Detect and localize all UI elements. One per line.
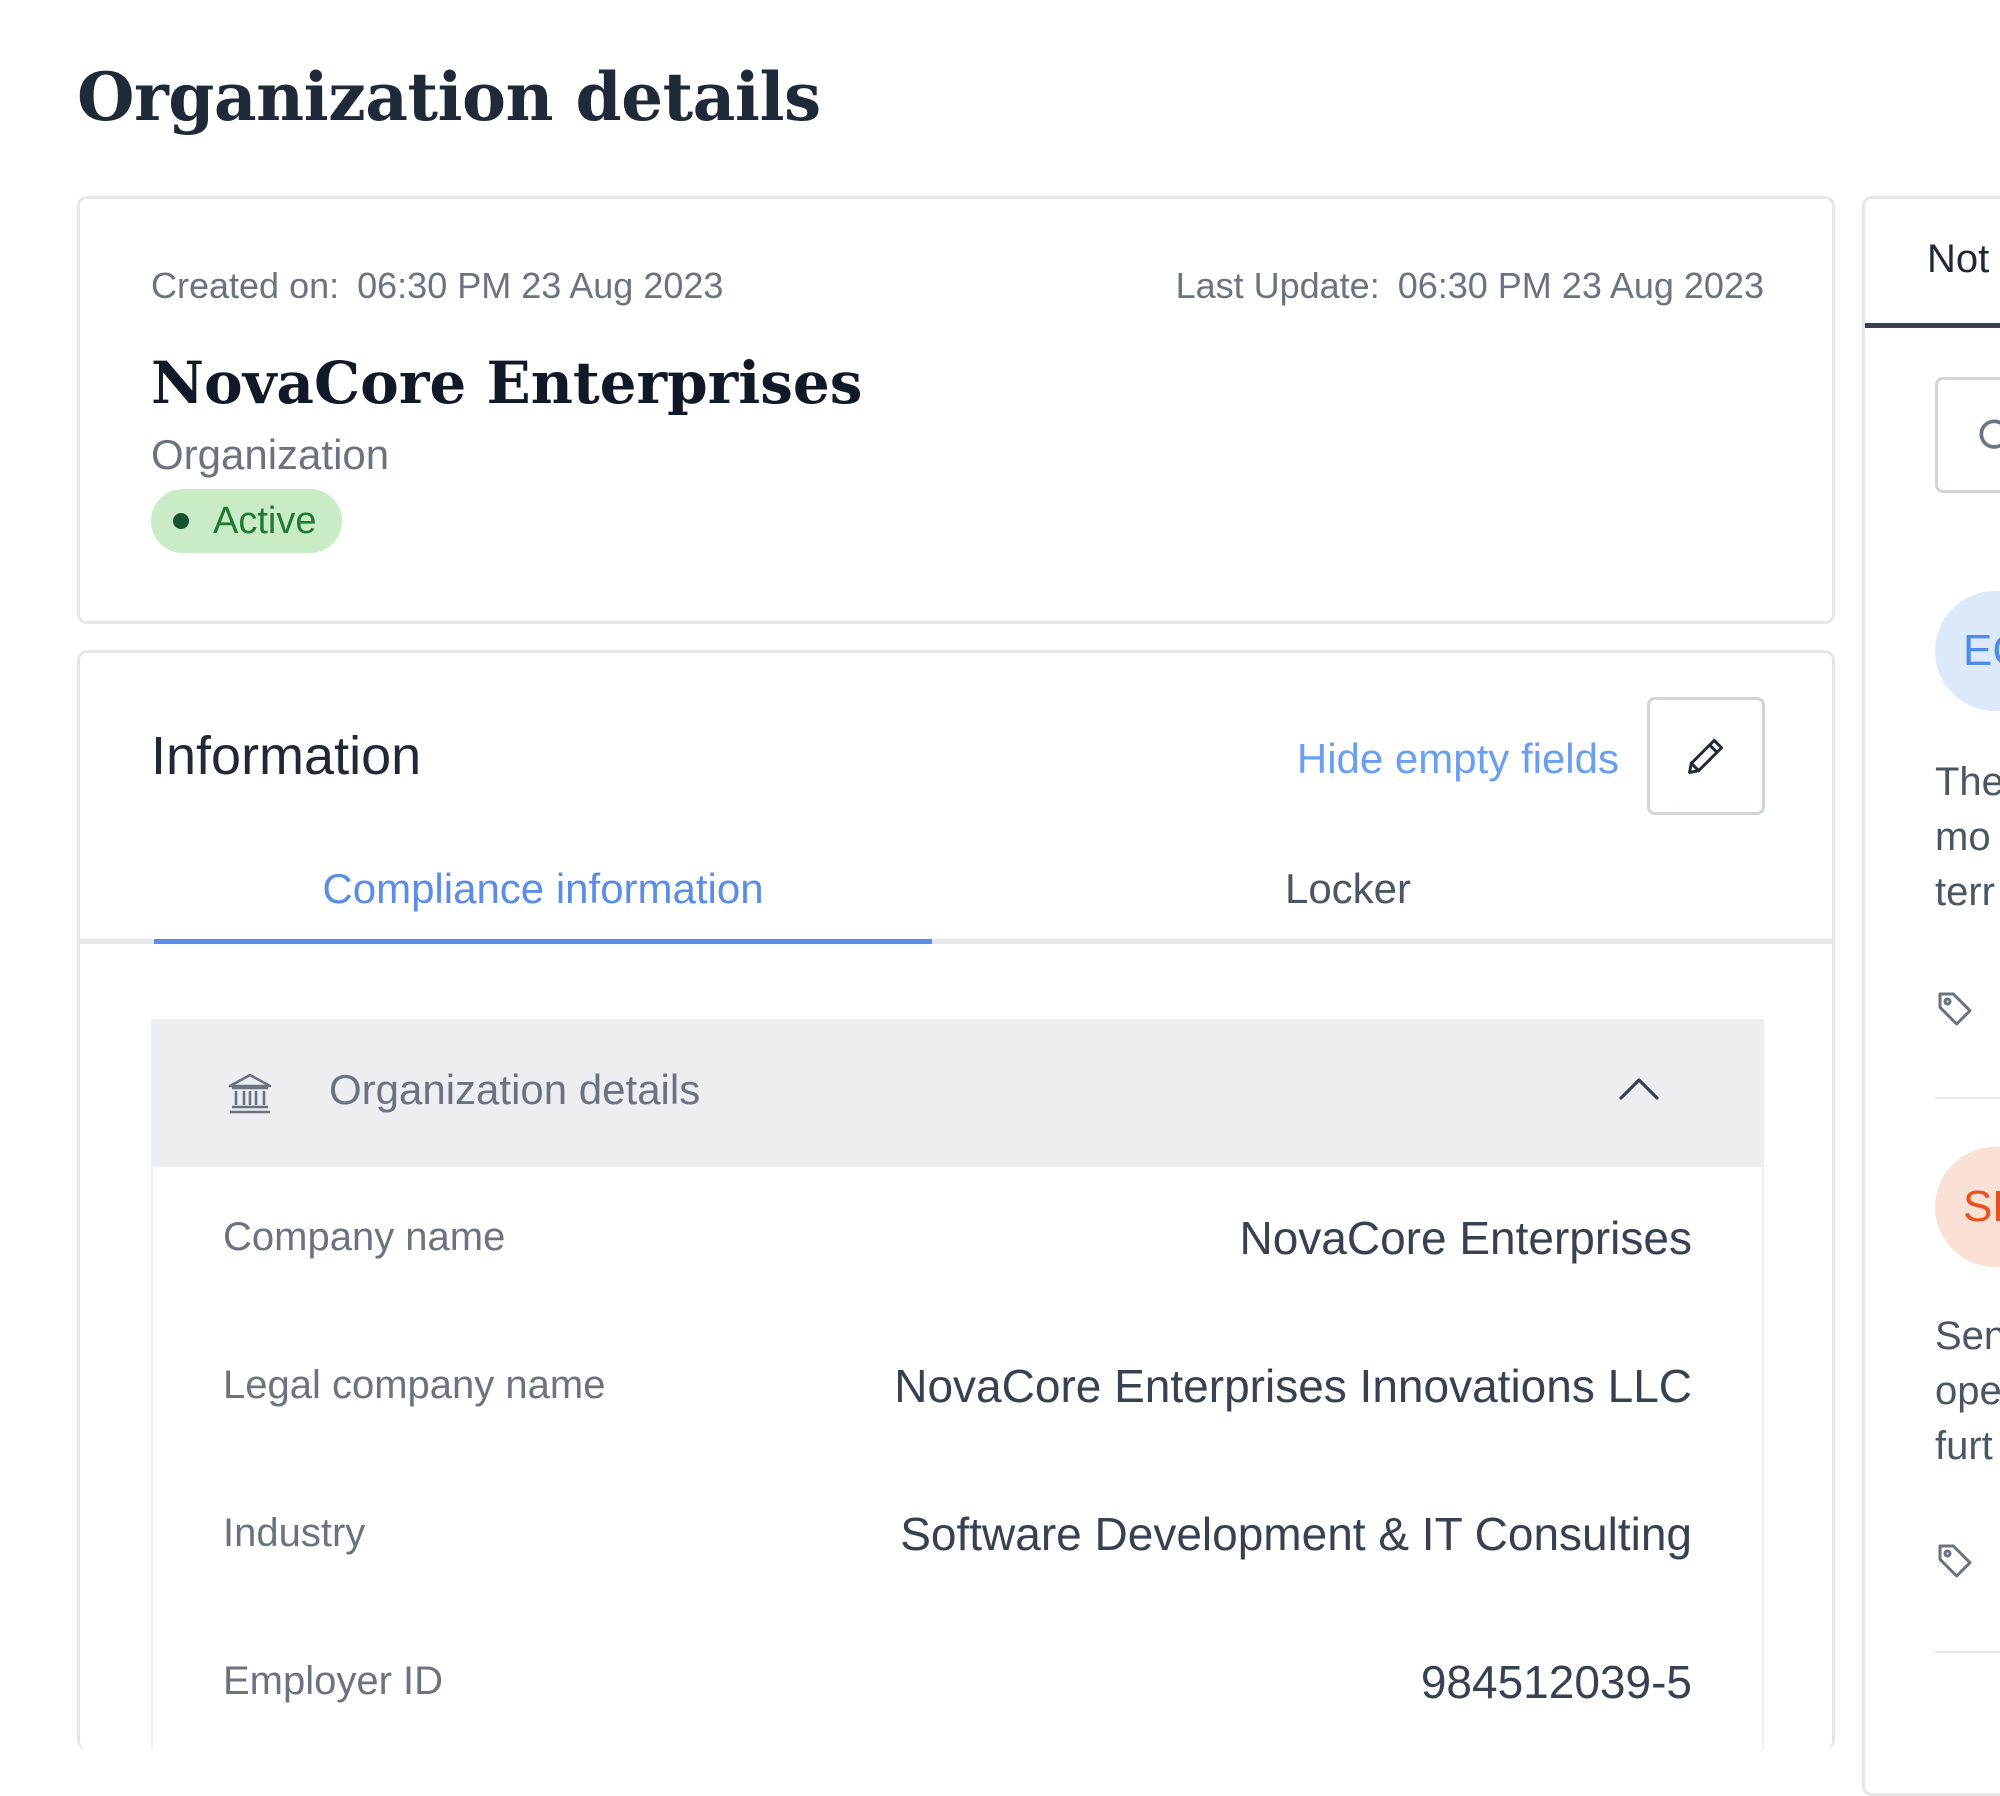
- detail-value: 984512039-5: [1420, 1656, 1692, 1708]
- search-icon: [1979, 419, 2000, 449]
- last-update-value: 06:30 PM 23 Aug 2023: [1397, 265, 1764, 306]
- information-tabs: Compliance information Locker: [80, 853, 1832, 944]
- organization-type: Organization: [151, 431, 390, 478]
- tab-notes[interactable]: Not: [1927, 237, 1989, 282]
- detail-row-legal-company-name: Legal company name NovaCore Enterprises …: [153, 1315, 1762, 1463]
- detail-label: Employer ID: [223, 1659, 444, 1703]
- note-divider: [1935, 1097, 2000, 1099]
- notes-tab-underline: [1865, 323, 2000, 328]
- detail-value: NovaCore Enterprises Innovations LLC: [894, 1360, 1692, 1412]
- organization-details-section-header[interactable]: Organization details: [151, 1019, 1764, 1167]
- status-badge: Active: [151, 489, 343, 553]
- detail-value: Software Development & IT Consulting: [900, 1508, 1692, 1560]
- edit-button[interactable]: [1647, 697, 1765, 815]
- note-author-avatar[interactable]: EC: [1935, 591, 2000, 711]
- tag-icon[interactable]: [1935, 1541, 1975, 1581]
- notes-panel: Not EC The mo terr SH Sen ope furt: [1862, 196, 2000, 1796]
- notes-search-input[interactable]: [1935, 377, 2000, 493]
- detail-label: Industry: [223, 1511, 366, 1555]
- created-on: Created on: 06:30 PM 23 Aug 2023: [151, 265, 723, 307]
- tab-locker[interactable]: Locker: [932, 853, 1764, 939]
- tag-icon[interactable]: [1935, 989, 1975, 1029]
- status-label: Active: [213, 499, 317, 542]
- note-text: Sen ope furt: [1935, 1314, 2000, 1468]
- page-title: Organization details: [77, 58, 821, 136]
- section-title: Organization details: [329, 1066, 701, 1113]
- created-on-value: 06:30 PM 23 Aug 2023: [357, 265, 724, 306]
- note-divider: [1935, 1651, 2000, 1653]
- information-card: Information Hide empty fields Compliance…: [77, 650, 1835, 1750]
- detail-label: Company name: [223, 1215, 506, 1259]
- organization-name: NovaCore Enterprises: [151, 349, 863, 417]
- detail-row-employer-id: Employer ID 984512039-5: [153, 1611, 1762, 1759]
- detail-label: Legal company name: [223, 1363, 606, 1407]
- detail-value: NovaCore Enterprises: [1239, 1212, 1692, 1264]
- last-update-label: Last Update:: [1175, 265, 1380, 306]
- tab-compliance-information[interactable]: Compliance information: [154, 853, 932, 944]
- note-text: The mo terr: [1935, 760, 2000, 914]
- organization-details-rows: Company name NovaCore Enterprises Legal …: [151, 1167, 1764, 1750]
- hide-empty-fields-link[interactable]: Hide empty fields: [1297, 735, 1619, 783]
- bank-icon: [228, 1073, 272, 1114]
- organization-summary-card: Created on: 06:30 PM 23 Aug 2023 Last Upd…: [77, 196, 1835, 624]
- note-author-avatar[interactable]: SH: [1935, 1147, 2000, 1267]
- information-title: Information: [151, 726, 422, 786]
- detail-row-company-name: Company name NovaCore Enterprises: [153, 1167, 1762, 1315]
- created-on-label: Created on:: [151, 265, 340, 306]
- last-update: Last Update: 06:30 PM 23 Aug 2023: [1176, 265, 1764, 307]
- detail-row-industry: Industry Software Development & IT Consu…: [153, 1463, 1762, 1611]
- status-dot-icon: [173, 513, 189, 529]
- pencil-icon: [1688, 738, 1724, 774]
- chevron-up-icon[interactable]: [1617, 1074, 1661, 1102]
